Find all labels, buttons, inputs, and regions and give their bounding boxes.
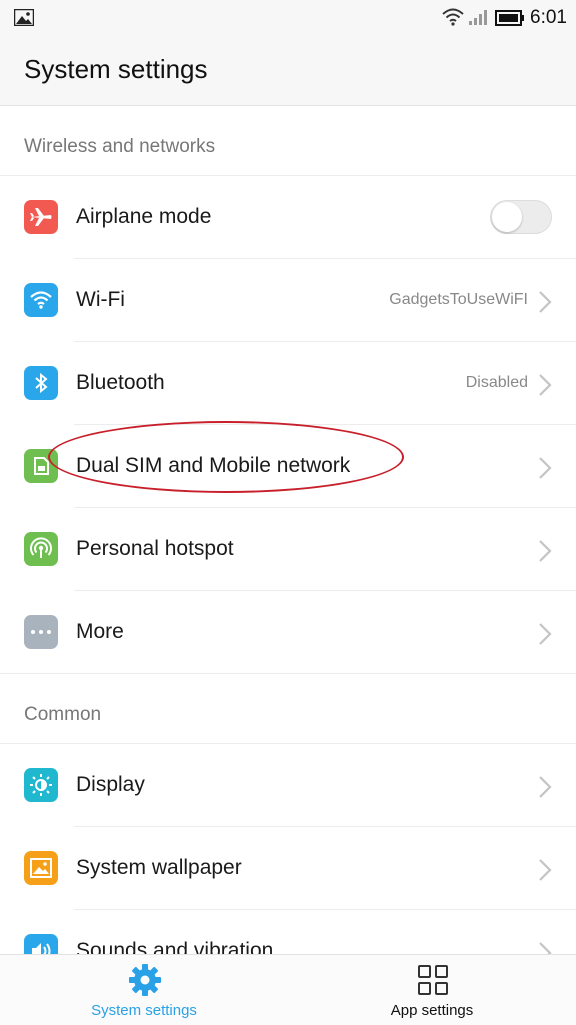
chevron-right-icon	[538, 373, 552, 402]
chevron-right-icon	[538, 622, 552, 651]
settings-list[interactable]: Wireless and networks Airplane mode Wi-F…	[0, 106, 576, 954]
chevron-right-icon	[538, 290, 552, 319]
setting-system-wallpaper[interactable]: System wallpaper	[0, 827, 576, 910]
gear-icon	[128, 963, 162, 1002]
tab-label: App settings	[390, 1002, 474, 1019]
section-header-common: Common	[0, 674, 576, 744]
battery-icon	[495, 10, 525, 31]
setting-bluetooth[interactable]: Bluetooth Disabled	[0, 342, 576, 425]
setting-label: More	[76, 620, 124, 643]
setting-personal-hotspot[interactable]: Personal hotspot	[0, 508, 576, 591]
chevron-right-icon	[538, 539, 552, 568]
sim-icon	[24, 449, 58, 483]
toggle-knob	[492, 202, 522, 232]
section-header-wireless: Wireless and networks	[0, 106, 576, 176]
setting-label: Dual SIM and Mobile network	[76, 454, 351, 477]
sound-icon	[24, 934, 58, 954]
setting-display[interactable]: Display	[0, 744, 576, 827]
bottom-navigation: System settings App settings	[0, 954, 576, 1025]
setting-label: Personal hotspot	[76, 537, 234, 560]
image-notification-icon	[13, 8, 35, 31]
airplane-mode-toggle[interactable]	[490, 200, 552, 234]
setting-label: Sounds and vibration	[76, 939, 274, 954]
header: System settings	[0, 36, 576, 106]
brightness-icon	[24, 768, 58, 802]
setting-dual-sim[interactable]: Dual SIM and Mobile network	[0, 425, 576, 508]
tab-system-settings[interactable]: System settings	[0, 955, 288, 1025]
setting-sounds-vibration[interactable]: Sounds and vibration	[0, 910, 576, 954]
grid-icon	[416, 963, 450, 1002]
airplane-icon	[24, 200, 58, 234]
page-title: System settings	[24, 54, 208, 84]
more-icon	[24, 615, 58, 649]
setting-more[interactable]: More	[0, 591, 576, 674]
setting-label: Wi-Fi	[76, 288, 125, 311]
bluetooth-icon	[24, 366, 58, 400]
tab-app-settings[interactable]: App settings	[288, 955, 576, 1025]
chevron-right-icon	[538, 456, 552, 485]
tab-label: System settings	[91, 1002, 197, 1019]
setting-label: Display	[76, 773, 145, 796]
status-bar: 6:01	[0, 0, 576, 36]
hotspot-icon	[24, 532, 58, 566]
chevron-right-icon	[538, 775, 552, 804]
chevron-right-icon	[538, 858, 552, 887]
wallpaper-icon	[24, 851, 58, 885]
setting-label: Airplane mode	[76, 205, 212, 228]
chevron-right-icon	[538, 941, 552, 954]
status-time: 6:01	[530, 7, 567, 28]
wifi-network-name: GadgetsToUseWiFI	[389, 291, 528, 308]
setting-airplane-mode[interactable]: Airplane mode	[0, 176, 576, 259]
setting-wifi[interactable]: Wi-Fi GadgetsToUseWiFI	[0, 259, 576, 342]
setting-label: System wallpaper	[76, 856, 242, 879]
setting-label: Bluetooth	[76, 371, 165, 394]
bluetooth-status: Disabled	[465, 374, 528, 391]
wifi-status-icon	[442, 8, 464, 31]
signal-strength-icon	[468, 8, 490, 31]
wifi-icon	[24, 283, 58, 317]
